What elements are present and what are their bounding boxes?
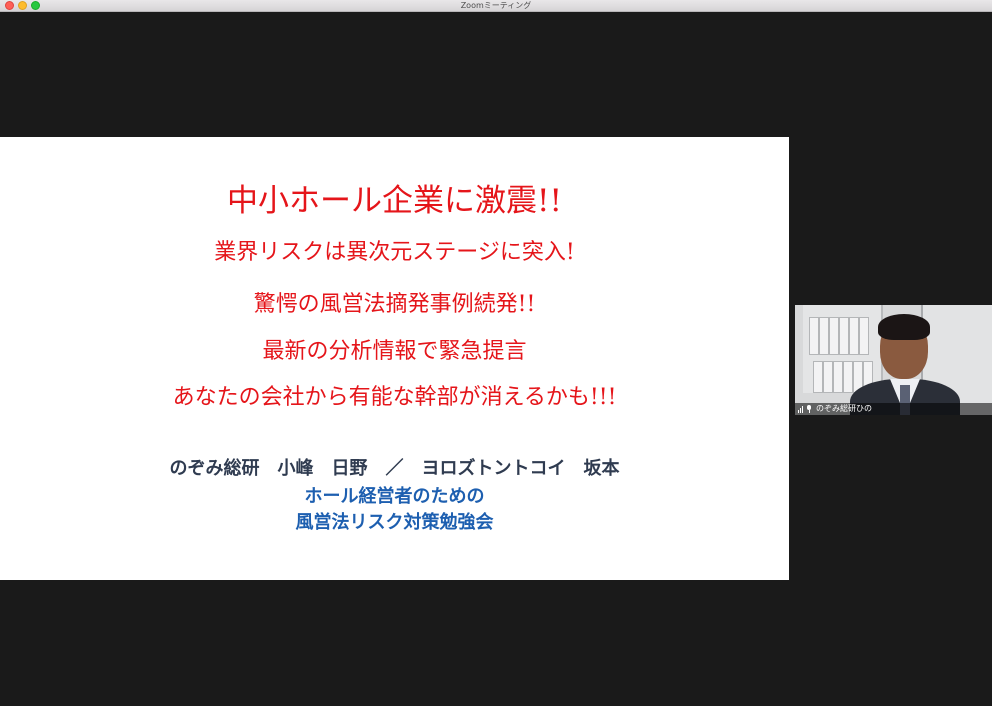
slide-line-4: あなたの会社から有能な幹部が消えるかも!!! <box>172 385 617 410</box>
slide-line-3: 最新の分析情報で緊急提言 <box>262 339 527 364</box>
slide-line-1: 業界リスクは異次元ステージに突入! <box>214 240 575 265</box>
slide-subtitle-2: 風営法リスク対策勉強会 <box>295 512 494 533</box>
microphone-icon <box>806 405 812 413</box>
video-bookshelf-lower <box>803 305 881 393</box>
slide-headline: 中小ホール企業に激震!! <box>227 183 562 219</box>
signal-bars-icon <box>798 405 803 413</box>
window-title: Zoomミーティング <box>460 1 532 10</box>
participant-name: のぞみ総研ひの <box>816 404 872 413</box>
shared-screen-slide: 中小ホール企業に激震!! 業界リスクは異次元ステージに突入! 驚愕の風営法摘発事… <box>0 137 789 580</box>
slide-presenters: のぞみ総研 小峰 日野 ／ ヨロズトントコイ 坂本 <box>169 458 620 479</box>
meeting-view: 中小ホール企業に激震!! 業界リスクは異次元ステージに突入! 驚愕の風営法摘発事… <box>0 12 992 706</box>
participant-name-bar: のぞみ総研ひの <box>795 403 992 415</box>
title-bar: Zoomミーティング <box>0 0 992 12</box>
slide-subtitle-1: ホール経営者のための <box>304 486 485 507</box>
participant-video-tile[interactable]: のぞみ総研ひの <box>795 305 992 415</box>
participant-hair <box>878 314 930 340</box>
slide-line-2: 驚愕の風営法摘発事例続発!! <box>253 292 536 317</box>
